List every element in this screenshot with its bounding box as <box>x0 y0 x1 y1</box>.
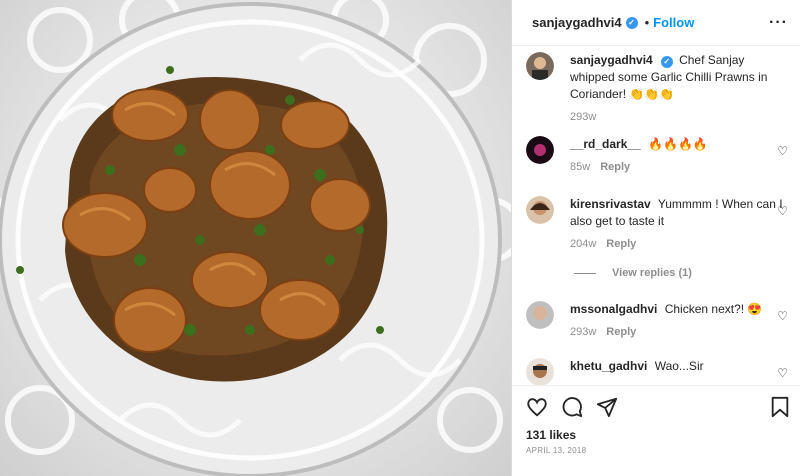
comment-item: khetu_gadhvi Wao...Sir ♡ <box>526 358 790 385</box>
like-comment-icon[interactable]: ♡ <box>777 144 788 158</box>
likes-count[interactable]: 131 likes <box>526 428 576 442</box>
verified-badge-icon: ✓ <box>660 56 673 68</box>
view-replies-line <box>574 272 596 274</box>
comment-item: __rd_dark__ 🔥🔥🔥🔥 85w Reply ♡ <box>526 136 790 176</box>
like-comment-icon[interactable]: ♡ <box>777 309 788 323</box>
comment-item: mssonalgadhvi Chicken next?! 😍 293w Reply… <box>526 301 790 341</box>
comment-item: kirensrivastav Yummmm ! When can I also … <box>526 196 790 253</box>
like-comment-icon[interactable]: ♡ <box>777 366 788 380</box>
post-date: APRIL 13, 2018 <box>526 446 587 455</box>
avatar[interactable] <box>526 301 554 329</box>
comment-time: 85w <box>570 161 591 173</box>
post-actions-bar <box>526 396 790 420</box>
comment-username[interactable]: khetu_gadhvi <box>570 359 647 373</box>
follow-button[interactable]: Follow <box>653 15 694 30</box>
author-username[interactable]: sanjaygadhvi4 <box>532 15 622 30</box>
heart-icon[interactable] <box>526 396 548 423</box>
comment-time: 293w <box>570 326 597 338</box>
comments-list[interactable]: sanjaygadhvi4 ✓ Chef Sanjay whipped some … <box>512 46 800 386</box>
bookmark-icon[interactable] <box>770 396 790 423</box>
caption-item: sanjaygadhvi4 ✓ Chef Sanjay whipped some … <box>526 52 790 126</box>
comment-text: 🔥🔥🔥🔥 <box>648 137 708 151</box>
like-comment-icon[interactable]: ♡ <box>777 204 788 218</box>
caption-author[interactable]: sanjaygadhvi4 <box>570 53 653 67</box>
separator-dot: • <box>644 15 650 30</box>
share-icon[interactable] <box>596 396 618 423</box>
comment-username[interactable]: mssonalgadhvi <box>570 302 657 316</box>
more-options-icon[interactable]: ··· <box>769 14 788 32</box>
view-replies-label: View replies (1) <box>612 267 692 279</box>
comment-username[interactable]: __rd_dark__ <box>570 137 641 151</box>
avatar[interactable] <box>526 52 554 80</box>
post-photo[interactable] <box>0 0 511 476</box>
avatar[interactable] <box>526 196 554 224</box>
reply-button[interactable]: Reply <box>600 161 630 173</box>
avatar[interactable] <box>526 358 554 385</box>
post-header: sanjaygadhvi4 ✓ • Follow ··· <box>512 0 800 46</box>
prawns-in-glass-bowl-image <box>0 0 511 476</box>
comment-username[interactable]: kirensrivastav <box>570 197 651 211</box>
avatar[interactable] <box>526 136 554 164</box>
comment-time: 204w <box>570 238 597 250</box>
view-replies-button[interactable]: View replies (1) <box>574 267 692 279</box>
reply-button[interactable]: Reply <box>606 238 636 250</box>
verified-badge-icon: ✓ <box>625 16 638 29</box>
post-side-panel: sanjaygadhvi4 ✓ • Follow ··· sanjaygadhv… <box>511 0 800 476</box>
comment-icon[interactable] <box>561 396 583 423</box>
comment-text: Wao...Sir <box>654 359 704 373</box>
reply-button[interactable]: Reply <box>606 326 636 338</box>
comment-text: Chicken next?! 😍 <box>664 302 763 316</box>
caption-time: 293w <box>570 111 597 123</box>
